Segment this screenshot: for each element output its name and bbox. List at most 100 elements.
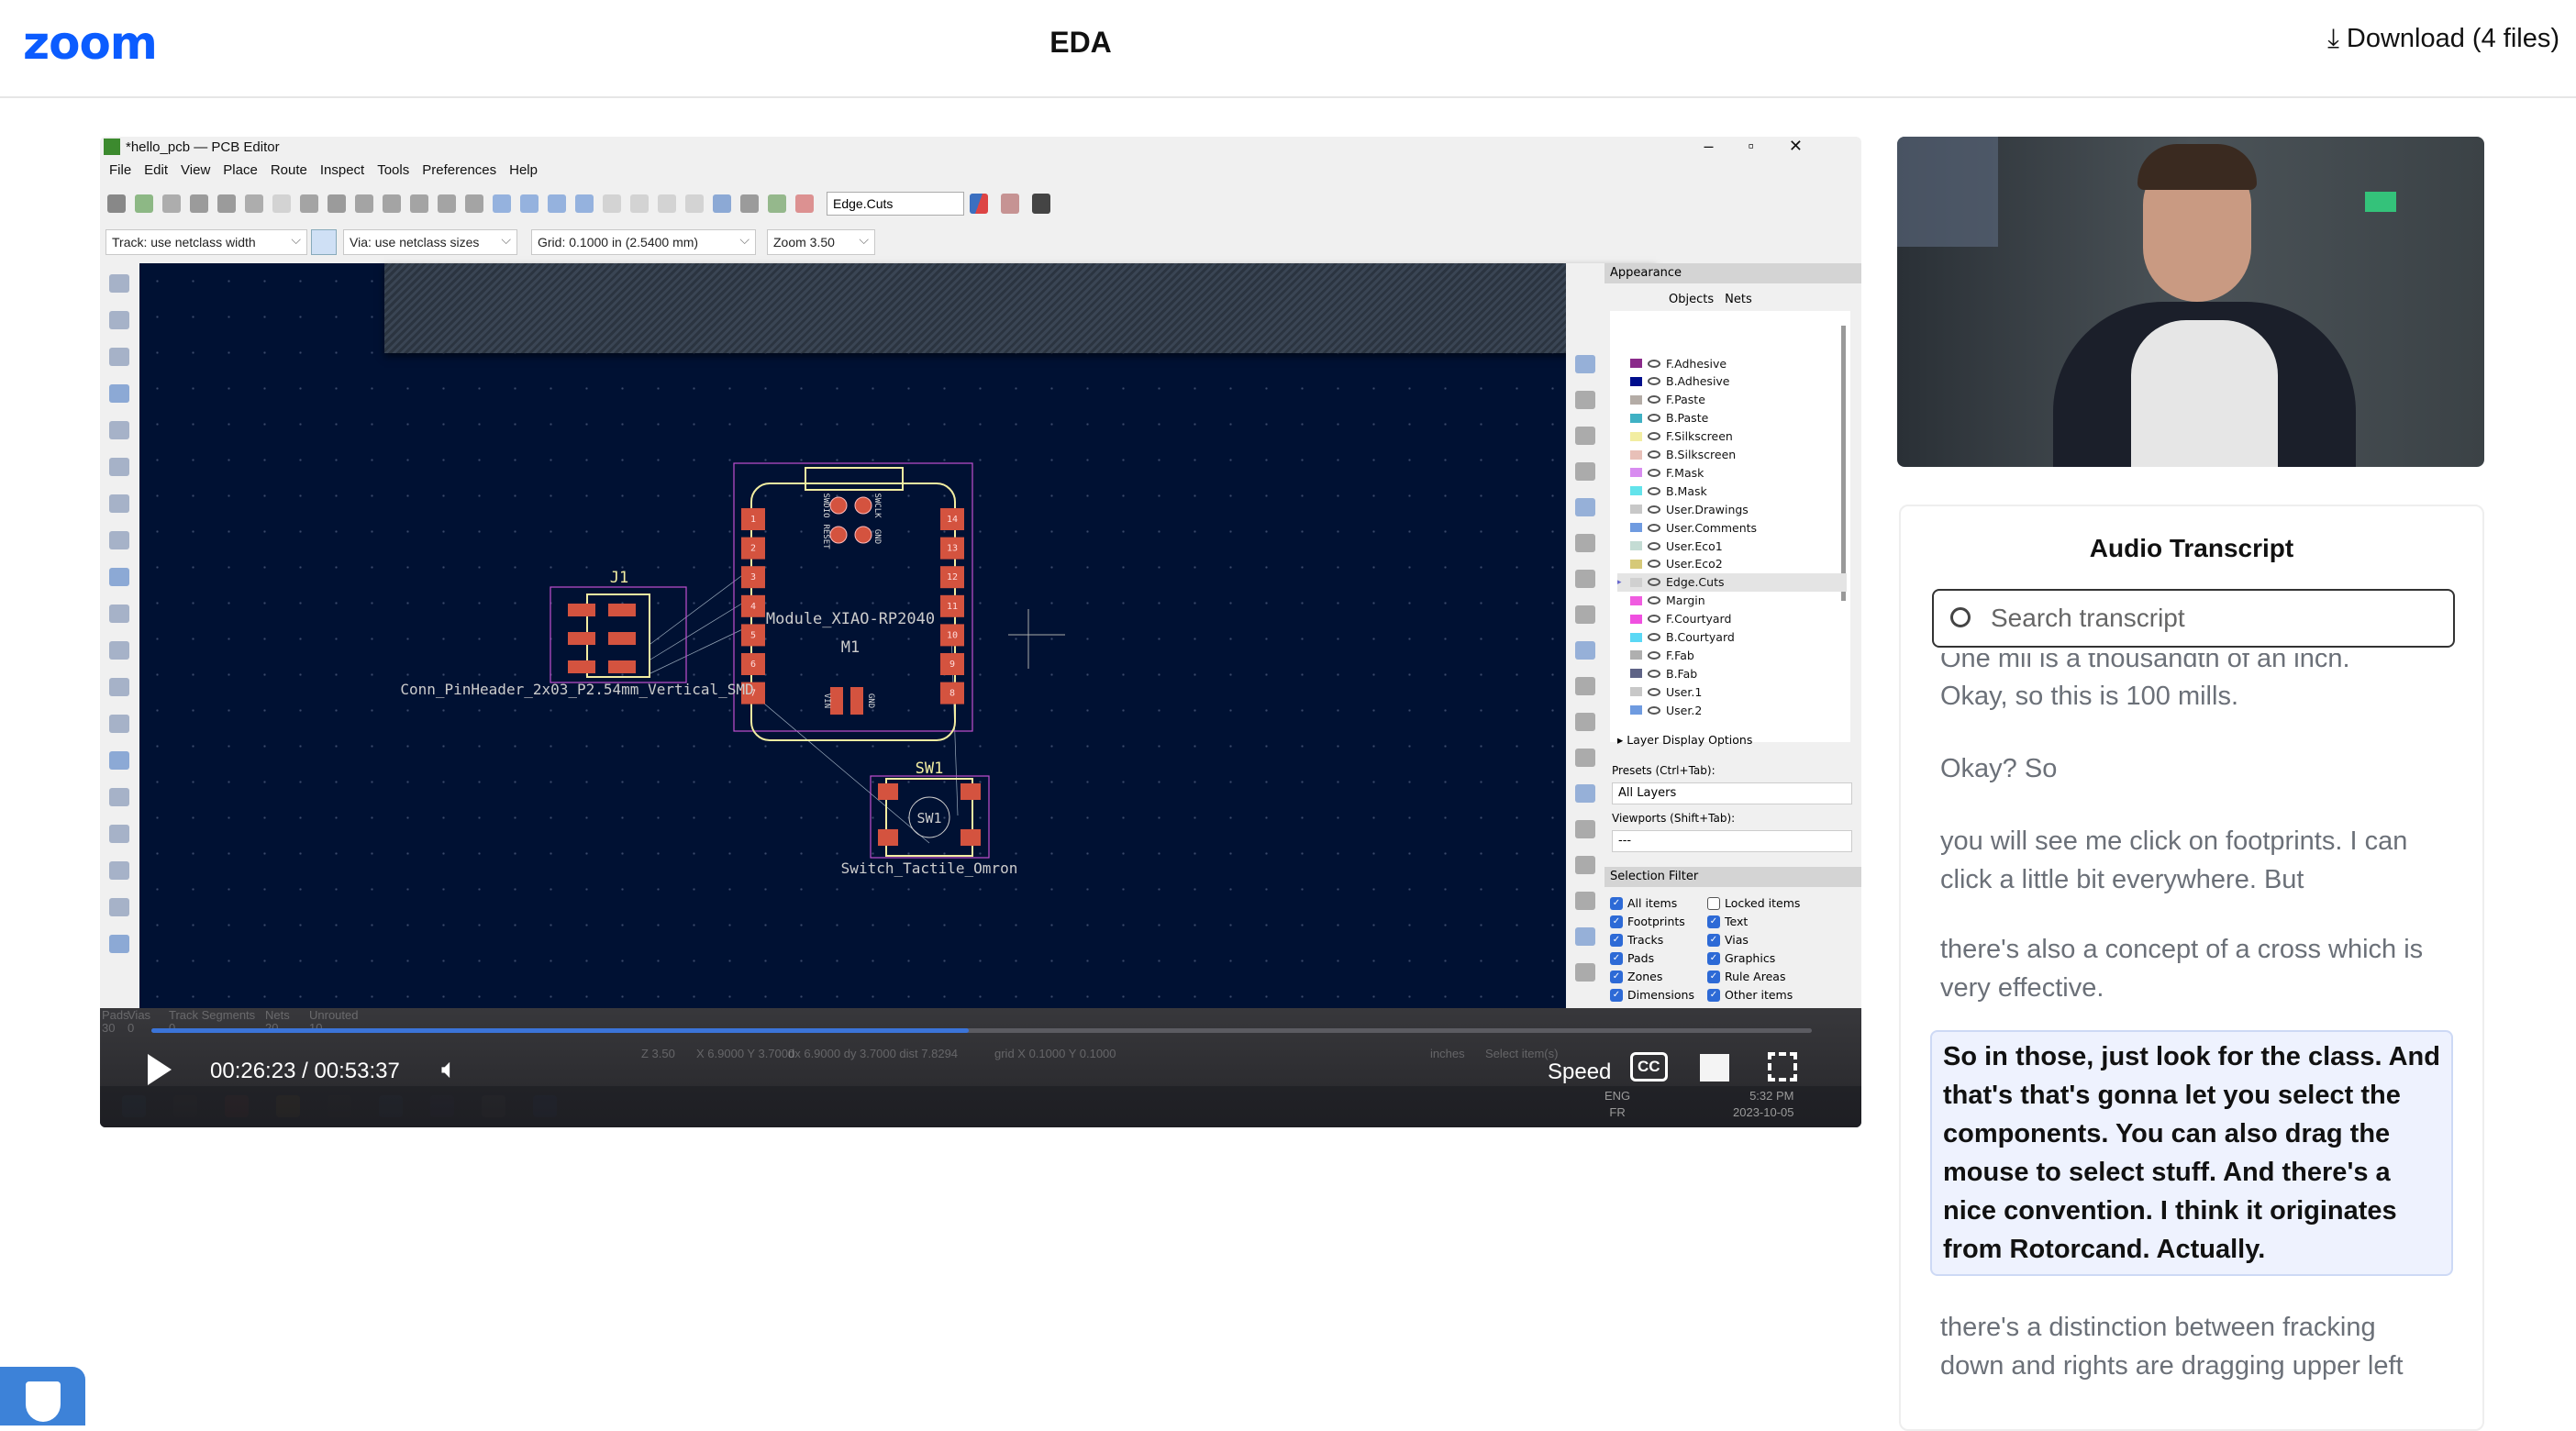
right-tool-icon[interactable]: [1575, 963, 1595, 982]
checkbox-icon[interactable]: ✓: [1707, 951, 1720, 965]
right-tool-icon[interactable]: [1575, 784, 1595, 803]
filter-pads[interactable]: ✓ Pads: [1610, 951, 1654, 965]
eye-icon[interactable]: [1648, 650, 1660, 660]
filter-vias[interactable]: ✓ Vias: [1707, 933, 1749, 947]
right-tool-icon[interactable]: [1575, 892, 1595, 910]
filter-graphics[interactable]: ✓ Graphics: [1707, 951, 1775, 965]
viewports-select[interactable]: ---: [1612, 830, 1852, 852]
checkbox-icon[interactable]: ✓: [1707, 970, 1720, 983]
filter-locked-items[interactable]: Locked items: [1707, 896, 1800, 910]
fullscreen-icon[interactable]: [1768, 1052, 1797, 1082]
download-button[interactable]: ⤓ Download (4 files): [2327, 24, 2559, 54]
taskbar-clock[interactable]: 5:32 PM 2023-10-05: [1733, 1088, 1794, 1121]
security-badge[interactable]: [0, 1367, 85, 1425]
layer-color-swatch[interactable]: [1630, 376, 1642, 386]
layer-color-swatch[interactable]: [1630, 650, 1642, 660]
layer-color-swatch[interactable]: [1630, 359, 1642, 368]
checkbox-icon[interactable]: ✓: [1610, 970, 1623, 983]
eye-icon[interactable]: [1648, 486, 1660, 495]
right-tool-icon[interactable]: [1575, 355, 1595, 373]
eye-icon[interactable]: [1648, 359, 1660, 368]
presets-select[interactable]: All Layers: [1612, 782, 1852, 804]
layer-row-f-fab[interactable]: F.Fab: [1617, 646, 1847, 664]
right-tool-icon[interactable]: [1575, 391, 1595, 409]
layer-color-swatch[interactable]: [1630, 595, 1642, 605]
layer-row-b-courtyard[interactable]: B.Courtyard: [1617, 628, 1847, 647]
eye-icon[interactable]: [1648, 414, 1660, 423]
layer-color-swatch[interactable]: [1630, 468, 1642, 478]
filter-dimensions[interactable]: ✓ Dimensions: [1610, 988, 1694, 1002]
checkbox-icon[interactable]: ✓: [1610, 988, 1623, 1002]
language-indicator[interactable]: ENG FR: [1604, 1088, 1630, 1121]
transcript-entry[interactable]: there's a distinction between fracking d…: [1940, 1308, 2436, 1385]
layer-row-f-paste[interactable]: F.Paste: [1617, 391, 1847, 409]
checkbox-icon[interactable]: ✓: [1610, 915, 1623, 928]
layer-color-swatch[interactable]: [1630, 577, 1642, 587]
play-icon[interactable]: [148, 1054, 172, 1085]
eye-icon[interactable]: [1648, 687, 1660, 696]
eye-icon[interactable]: [1648, 523, 1660, 532]
layer-color-swatch[interactable]: [1630, 541, 1642, 550]
layer-row-b-mask[interactable]: B.Mask: [1617, 482, 1847, 500]
layer-color-swatch[interactable]: [1630, 559, 1642, 569]
layer-color-swatch[interactable]: [1630, 413, 1642, 423]
eye-icon[interactable]: [1648, 705, 1660, 715]
volume-icon[interactable]: 🔈︎: [441, 1054, 458, 1085]
right-tool-icon[interactable]: [1575, 427, 1595, 445]
eye-icon[interactable]: [1648, 615, 1660, 624]
layer-row-user-2[interactable]: User.2: [1617, 701, 1847, 719]
layer-color-swatch[interactable]: [1630, 705, 1642, 716]
filter-footprints[interactable]: ✓ Footprints: [1610, 915, 1685, 928]
right-tool-icon[interactable]: [1575, 570, 1595, 588]
eye-icon[interactable]: [1648, 560, 1660, 569]
video-player[interactable]: *hello_pcb — PCB Editor –▫✕ File Edit View…: [100, 137, 1861, 1127]
filter-all-items[interactable]: ✓ All items: [1610, 896, 1677, 910]
eye-icon[interactable]: [1648, 377, 1660, 386]
right-tool-icon[interactable]: [1575, 749, 1595, 767]
checkbox-icon[interactable]: ✓: [1707, 933, 1720, 947]
layer-color-swatch[interactable]: [1630, 632, 1642, 642]
transcript-entry[interactable]: Okay, so this is 100 mills.: [1940, 677, 2436, 716]
filter-zones[interactable]: ✓ Zones: [1610, 970, 1662, 983]
filter-rule-areas[interactable]: ✓ Rule Areas: [1707, 970, 1785, 983]
layer-row-f-silkscreen[interactable]: F.Silkscreen: [1617, 427, 1847, 446]
layer-color-swatch[interactable]: [1630, 687, 1642, 697]
layer-color-swatch[interactable]: [1630, 669, 1642, 679]
transcript-entry[interactable]: Okay? So: [1940, 749, 2436, 788]
eye-icon[interactable]: [1648, 468, 1660, 477]
checkbox-icon[interactable]: ✓: [1707, 915, 1720, 928]
transcript-entry-current[interactable]: So in those, just look for the class. An…: [1930, 1030, 2453, 1276]
eye-icon[interactable]: [1648, 596, 1660, 605]
right-tool-icon[interactable]: [1575, 462, 1595, 481]
speed-button[interactable]: Speed: [1548, 1059, 1611, 1085]
checkbox-icon[interactable]: ✓: [1610, 933, 1623, 947]
eye-icon[interactable]: [1648, 432, 1660, 441]
tab-nets[interactable]: Nets: [1725, 293, 1752, 306]
eye-icon[interactable]: [1648, 541, 1660, 550]
eye-icon[interactable]: [1648, 669, 1660, 678]
eye-icon[interactable]: [1648, 450, 1660, 459]
layer-row-b-paste[interactable]: B.Paste: [1617, 409, 1847, 427]
layer-display-options[interactable]: ▸ Layer Display Options: [1617, 733, 1752, 747]
transcript-entry[interactable]: One mil is a thousandth of an inch.: [1940, 653, 2436, 678]
checkbox-icon[interactable]: [1707, 896, 1720, 910]
right-tool-icon[interactable]: [1575, 605, 1595, 624]
right-tool-icon[interactable]: [1575, 677, 1595, 695]
cc-button[interactable]: CC: [1630, 1052, 1668, 1082]
chapters-icon[interactable]: [1700, 1054, 1729, 1082]
layer-row-b-silkscreen[interactable]: B.Silkscreen: [1617, 446, 1847, 464]
tab-objects[interactable]: Objects: [1669, 293, 1714, 306]
eye-icon[interactable]: [1648, 633, 1660, 641]
layer-row-user-eco2[interactable]: User.Eco2: [1617, 555, 1847, 573]
right-tool-icon[interactable]: [1575, 713, 1595, 731]
layer-color-swatch[interactable]: [1630, 523, 1642, 533]
checkbox-icon[interactable]: ✓: [1707, 988, 1720, 1002]
progress-bar[interactable]: [151, 1028, 1812, 1033]
layer-color-swatch[interactable]: [1630, 505, 1642, 515]
right-tool-icon[interactable]: [1575, 641, 1595, 660]
transcript-entry[interactable]: you will see me click on footprints. I c…: [1940, 822, 2436, 899]
layer-row-user-comments[interactable]: User.Comments: [1617, 518, 1847, 537]
transcript-search-input[interactable]: Search transcript: [1932, 589, 2455, 648]
right-tool-icon[interactable]: [1575, 927, 1595, 946]
eye-icon[interactable]: [1648, 578, 1660, 587]
